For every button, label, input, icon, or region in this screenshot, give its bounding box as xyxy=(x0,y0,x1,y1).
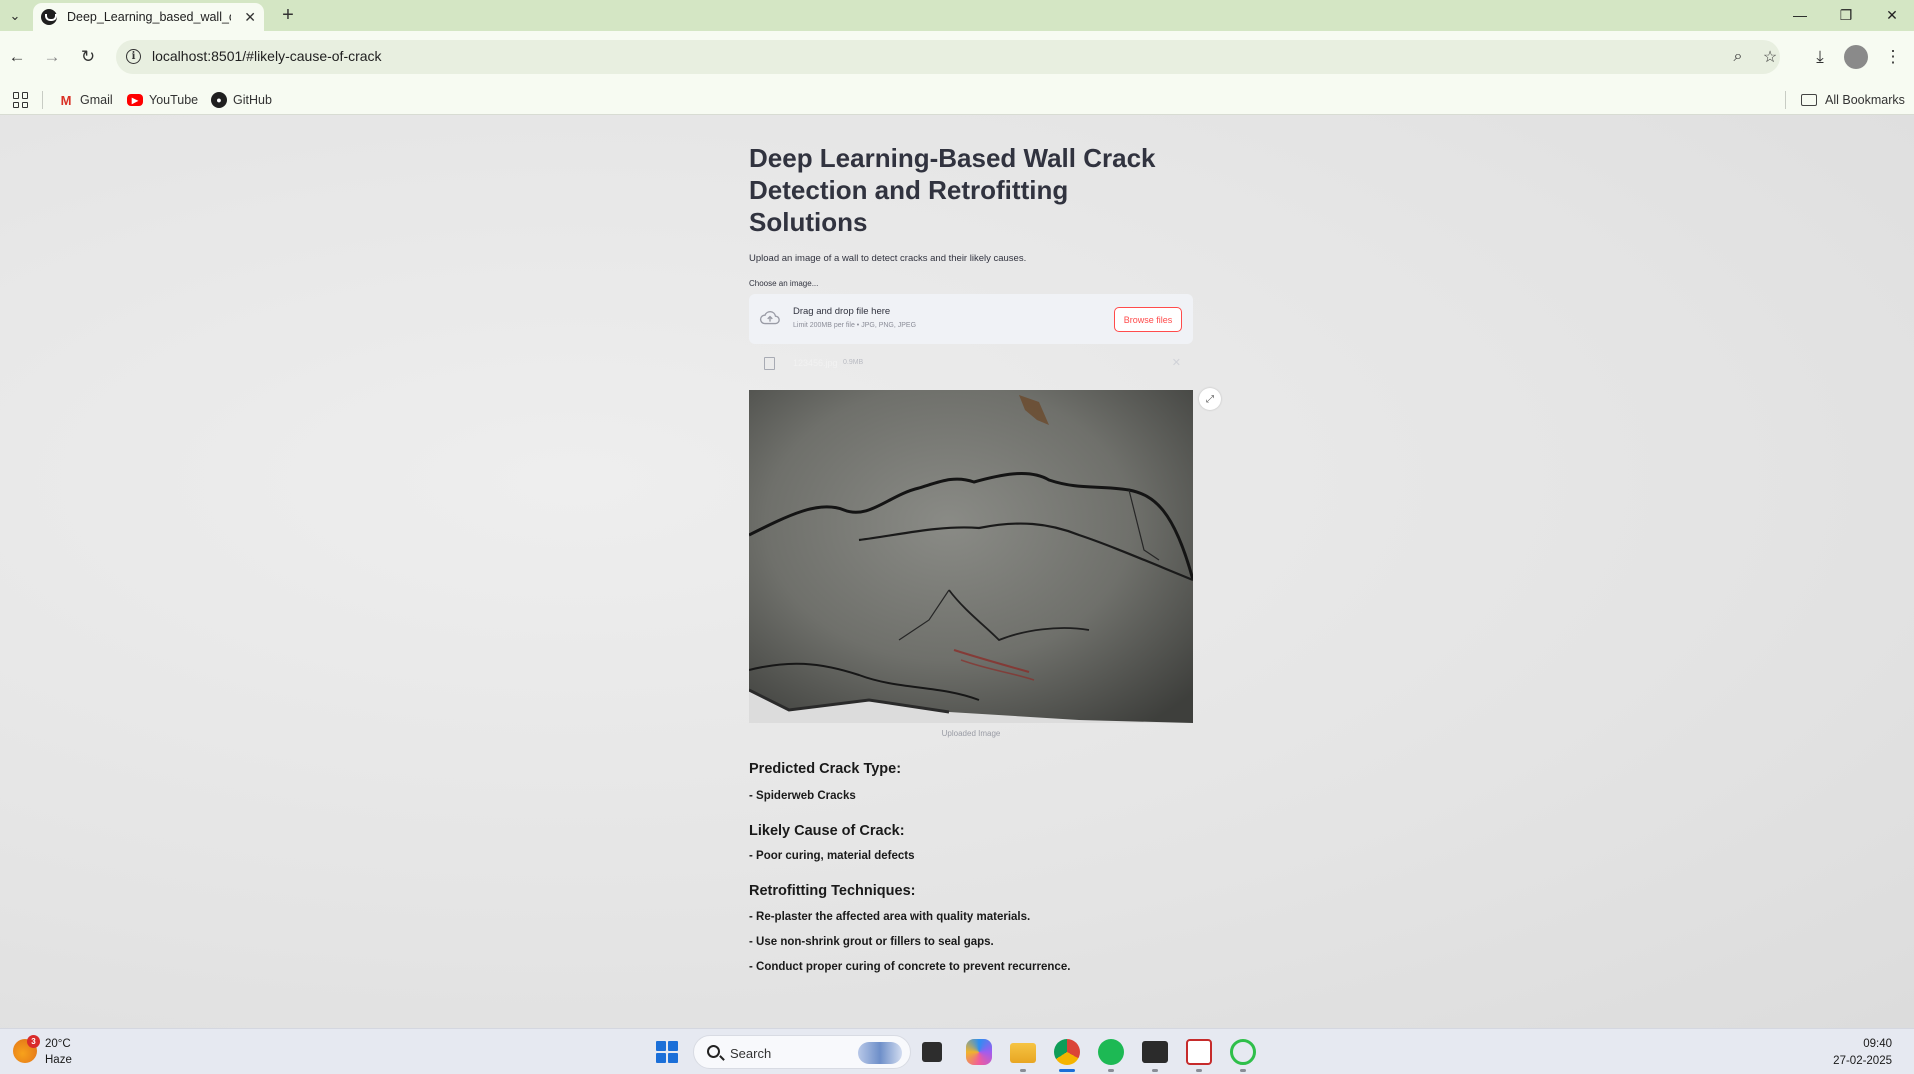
fullscreen-icon[interactable]: ⤢ xyxy=(1199,388,1221,410)
weather-condition[interactable]: Haze xyxy=(45,1054,72,1066)
streamlit-favicon-icon xyxy=(41,9,57,25)
all-bookmarks-label: All Bookmarks xyxy=(1825,93,1905,107)
tab-search-icon[interactable]: ⌄ xyxy=(4,5,26,27)
back-icon[interactable]: ← xyxy=(5,45,29,69)
site-info-icon[interactable]: i xyxy=(126,49,141,64)
task-view-icon[interactable] xyxy=(922,1042,942,1062)
menu-dots-icon[interactable]: ⋮ xyxy=(1881,45,1905,69)
restore-icon[interactable]: ❐ xyxy=(1826,4,1866,26)
retrofit-item: - Re-plaster the affected area with qual… xyxy=(749,911,1031,923)
bookmarks-divider xyxy=(42,91,43,109)
predicted-crack-heading: Predicted Crack Type: xyxy=(749,761,902,777)
bookmark-github[interactable]: ● GitHub xyxy=(211,91,272,109)
bookmark-label: GitHub xyxy=(233,93,272,107)
bookmark-youtube[interactable]: ▶ YouTube xyxy=(127,91,198,109)
search-highlight-icon xyxy=(858,1042,902,1064)
weather-temperature[interactable]: 20°C xyxy=(45,1038,71,1050)
forward-icon[interactable]: → xyxy=(40,45,64,69)
retrofit-item: - Use non-shrink grout or fillers to sea… xyxy=(749,936,994,948)
folder-icon xyxy=(1801,94,1817,106)
likely-cause-value: - Poor curing, material defects xyxy=(749,850,915,862)
minimize-icon[interactable]: — xyxy=(1780,4,1820,26)
browse-files-button[interactable]: Browse files xyxy=(1114,307,1182,332)
file-explorer-icon[interactable] xyxy=(1010,1043,1036,1063)
retrofitting-heading: Retrofitting Techniques: xyxy=(749,883,916,899)
streamlit-page: Deep Learning-Based Wall Crack Detection… xyxy=(0,115,1914,1028)
file-name: 123456.jpg xyxy=(793,358,838,368)
file-size: 0.9MB xyxy=(843,359,864,366)
clock-time[interactable]: 09:40 xyxy=(1863,1038,1892,1050)
uploaded-file-row: 123456.jpg 0.9MB ✕ xyxy=(749,353,1193,375)
browser-tab[interactable]: Deep_Learning_based_wall_crac ✕ xyxy=(33,3,264,31)
app-running-indicator xyxy=(1240,1069,1246,1072)
address-bar[interactable]: i localhost:8501/#likely-cause-of-crack … xyxy=(116,40,1780,74)
download-icon[interactable]: ⤓ xyxy=(1808,45,1832,69)
zoom-icon[interactable]: ⌕ xyxy=(1728,47,1748,67)
uploader-label: Choose an image... xyxy=(749,279,819,288)
terminal-icon[interactable] xyxy=(1142,1041,1168,1063)
file-icon xyxy=(764,357,775,370)
bookmark-label: Gmail xyxy=(80,93,113,107)
url-text[interactable]: localhost:8501/#likely-cause-of-crack xyxy=(152,48,382,64)
tab-close-icon[interactable]: ✕ xyxy=(244,9,256,26)
uploaded-wall-image xyxy=(749,390,1193,723)
remove-file-icon[interactable]: ✕ xyxy=(1172,356,1181,369)
profile-avatar[interactable] xyxy=(1844,45,1868,69)
youtube-icon: ▶ xyxy=(127,94,143,106)
app-active-indicator xyxy=(1059,1069,1075,1072)
windows-start-icon[interactable] xyxy=(656,1041,678,1063)
page-subtitle: Upload an image of a wall to detect crac… xyxy=(749,253,1027,264)
all-bookmarks[interactable]: All Bookmarks xyxy=(1801,91,1905,109)
predicted-crack-value: - Spiderweb Cracks xyxy=(749,790,856,802)
cracked-wall-photo xyxy=(749,390,1193,723)
clock-date[interactable]: 27-02-2025 xyxy=(1833,1055,1892,1067)
apps-grid-icon[interactable] xyxy=(13,92,29,108)
new-tab-icon[interactable]: + xyxy=(277,4,299,26)
app-running-indicator xyxy=(1108,1069,1114,1072)
spotify-icon[interactable] xyxy=(1098,1039,1124,1065)
file-dropzone[interactable]: Drag and drop file here Limit 200MB per … xyxy=(749,294,1193,344)
tab-title: Deep_Learning_based_wall_crac xyxy=(67,10,231,24)
app-running-indicator xyxy=(1196,1069,1202,1072)
cloud-upload-icon xyxy=(759,311,780,325)
weather-badge: 3 xyxy=(27,1035,40,1048)
bookmark-label: YouTube xyxy=(149,93,199,107)
page-title: Deep Learning-Based Wall Crack Detection… xyxy=(749,143,1156,237)
close-window-icon[interactable]: ✕ xyxy=(1872,4,1912,26)
browser-titlebar: ⌄ Deep_Learning_based_wall_crac ✕ + — ❐ … xyxy=(0,0,1914,31)
snipping-tool-icon[interactable] xyxy=(1186,1039,1212,1065)
reload-icon[interactable]: ↻ xyxy=(76,45,100,69)
search-placeholder: Search xyxy=(730,1046,772,1061)
bookmarks-divider xyxy=(1785,91,1786,109)
search-icon xyxy=(707,1045,720,1058)
bookmark-gmail[interactable]: M Gmail xyxy=(58,91,113,109)
app-running-indicator xyxy=(1152,1069,1158,1072)
windows-taskbar: 3 20°C Haze Search 09:40 27-02-2025 xyxy=(0,1028,1914,1074)
taskbar-search[interactable]: Search xyxy=(693,1035,911,1069)
copilot-icon[interactable] xyxy=(966,1039,992,1065)
dropzone-instructions: Drag and drop file here xyxy=(793,306,891,317)
app-running-indicator xyxy=(1020,1069,1026,1072)
github-icon: ● xyxy=(211,92,227,108)
bookmark-star-icon[interactable]: ☆ xyxy=(1760,47,1780,67)
gmail-icon: M xyxy=(60,92,72,108)
likely-cause-heading: Likely Cause of Crack: xyxy=(749,823,905,839)
dropzone-limits: Limit 200MB per file • JPG, PNG, JPEG xyxy=(793,322,917,329)
bookmarks-bar: M Gmail ▶ YouTube ● GitHub All Bookmarks xyxy=(0,84,1914,115)
retrofit-item: - Conduct proper curing of concrete to p… xyxy=(749,961,1071,973)
chrome-icon[interactable] xyxy=(1054,1039,1080,1065)
image-caption: Uploaded Image xyxy=(941,729,1001,738)
browser-toolbar: ← → ↻ i localhost:8501/#likely-cause-of-… xyxy=(0,31,1914,84)
progress-app-icon[interactable] xyxy=(1230,1039,1256,1065)
